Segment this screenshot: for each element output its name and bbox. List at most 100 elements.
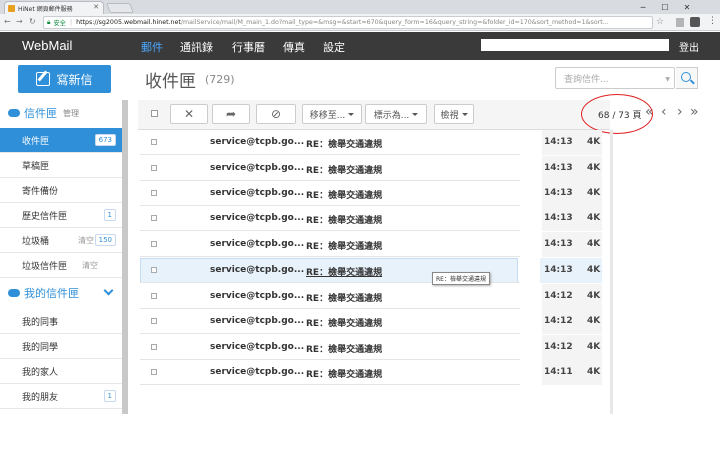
delete-button[interactable]: ✕ <box>170 104 208 124</box>
forward-icon[interactable]: → <box>16 17 23 26</box>
sidebar-scrollbar[interactable] <box>122 100 128 414</box>
extension-icon[interactable] <box>676 18 684 27</box>
sidebar-item-sent[interactable]: 寄件備份 <box>0 178 122 203</box>
list-scrollbar[interactable] <box>610 130 613 414</box>
sidebar-item-friends[interactable]: 我的朋友 1 <box>0 384 122 409</box>
sidebar-item-colleagues[interactable]: 我的同事 <box>0 309 122 334</box>
mail-row[interactable]: service@tcpb.go... RE：檢舉交通違規 14:13 4K <box>140 130 610 155</box>
mail-row[interactable]: service@tcpb.go... RE：檢舉交通違規 14:13 4K <box>140 232 610 257</box>
profile-icon[interactable] <box>690 17 700 27</box>
mail-subject[interactable]: RE：檢舉交通違規 <box>306 291 382 304</box>
sidebar-item-drafts[interactable]: 草稿匣 <box>0 153 122 178</box>
mail-row[interactable]: service@tcpb.go... RE：檢舉交通違規 14:13 4K <box>140 181 610 206</box>
mail-subject[interactable]: RE：檢舉交通違規 <box>306 316 382 329</box>
annotation-circle <box>581 94 653 134</box>
mail-subject[interactable]: RE：檢舉交通違規 <box>306 367 382 380</box>
caret-down-icon <box>461 112 468 116</box>
view-dropdown[interactable]: 檢視 <box>434 104 474 124</box>
row-checkbox[interactable] <box>151 241 157 247</box>
sidebar-item-inbox[interactable]: 收件匣 673 <box>0 128 122 153</box>
mail-row[interactable]: service@tcpb.go... RE：檢舉交通違規 14:12 4K <box>140 284 610 309</box>
mail-subject[interactable]: RE：檢舉交通違規 <box>306 137 382 150</box>
mail-subject[interactable]: RE：檢舉交通違規 <box>306 265 382 278</box>
block-icon: ⊘ <box>270 107 282 121</box>
sidebar-item-label: 我的同學 <box>22 342 59 353</box>
row-checkbox[interactable] <box>151 190 157 196</box>
compose-button[interactable]: 寫新信 <box>18 65 111 93</box>
row-checkbox[interactable] <box>151 139 157 145</box>
app-header: WebMail 郵件 通訊錄 行事曆 傳真 設定 登出 <box>0 32 720 60</box>
last-page-icon[interactable]: » <box>690 104 699 120</box>
folder-sidebar: 信件匣 管理 收件匣 673 草稿匣 寄件備份 歷史信件匣 1 垃圾桶 清空 1… <box>0 100 122 414</box>
mail-search-input[interactable]: 查詢信件... ▼ <box>555 67 675 89</box>
mail-subject[interactable]: RE：檢舉交通違規 <box>306 342 382 355</box>
mark-as-dropdown[interactable]: 標示為... <box>365 104 427 124</box>
chevron-down-icon[interactable] <box>103 285 114 296</box>
search-icon[interactable] <box>676 67 698 89</box>
row-divider <box>140 154 520 155</box>
unread-count-badge: 673 <box>94 134 116 146</box>
nav-calendar[interactable]: 行事曆 <box>232 39 265 55</box>
caret-down-icon <box>348 112 355 116</box>
manage-link[interactable]: 管理 <box>63 108 79 119</box>
prev-page-icon[interactable]: ‹ <box>661 104 667 120</box>
row-checkbox[interactable] <box>151 318 157 324</box>
empty-spam-link[interactable]: 清空 <box>82 260 98 271</box>
new-tab-button[interactable] <box>106 3 134 13</box>
mail-sender: service@tcpb.go... <box>210 265 305 275</box>
mail-row[interactable]: service@tcpb.go... RE：檢舉交通違規 14:13 4K <box>140 156 610 181</box>
logout-link[interactable]: 登出 <box>679 39 699 54</box>
view-label: 檢視 <box>440 110 459 121</box>
sidebar-item-trash[interactable]: 垃圾桶 清空 150 <box>0 228 122 253</box>
maximize-icon[interactable]: ☐ <box>654 0 676 14</box>
tab-close-icon[interactable]: ✕ <box>93 3 99 11</box>
inbox-folders-header[interactable]: 信件匣 管理 <box>0 100 122 126</box>
window-close-icon[interactable]: ✕ <box>676 0 698 14</box>
mail-row[interactable]: service@tcpb.go... RE：檢舉交通違規 14:13 4K <box>140 206 610 231</box>
minimize-icon[interactable]: ─ <box>632 0 654 14</box>
mail-row[interactable]: service@tcpb.go... RE：檢舉交通違規 14:12 4K <box>140 309 610 334</box>
select-all-checkbox[interactable] <box>151 110 158 117</box>
mail-row[interactable]: service@tcpb.go... RE：檢舉交通違規 14:12 4K <box>140 335 610 360</box>
mail-subject[interactable]: RE：檢舉交通違規 <box>306 188 382 201</box>
nav-settings[interactable]: 設定 <box>323 39 345 55</box>
mail-row[interactable]: service@tcpb.go... RE：檢舉交通違規 14:11 4K <box>140 360 610 385</box>
mail-size: 4K <box>587 367 601 377</box>
back-icon[interactable]: ← <box>4 17 11 26</box>
browser-menu-icon[interactable]: ⋮ <box>708 16 717 26</box>
block-button[interactable]: ⊘ <box>256 104 296 124</box>
search-dropdown-icon[interactable]: ▼ <box>665 76 670 83</box>
sidebar-item-history[interactable]: 歷史信件匣 1 <box>0 203 122 228</box>
row-divider <box>140 230 520 231</box>
nav-fax[interactable]: 傳真 <box>283 39 305 55</box>
folder-title: 收件匣 <box>145 72 196 92</box>
row-checkbox[interactable] <box>151 344 157 350</box>
mail-sender: service@tcpb.go... <box>210 163 305 173</box>
url-input[interactable]: 🔒︎ 安全 | https://sg2005.webmail.hinet.net… <box>43 16 653 29</box>
row-checkbox[interactable] <box>151 267 157 273</box>
top-search-input[interactable] <box>481 39 669 51</box>
secure-label: 安全 <box>53 20 66 27</box>
nav-mail[interactable]: 郵件 <box>141 39 163 55</box>
nav-contacts[interactable]: 通訊錄 <box>180 39 213 55</box>
mail-row[interactable]: service@tcpb.go... RE：檢舉交通違規 14:13 4K <box>140 258 610 283</box>
bookmark-star-icon[interactable]: ☆ <box>656 17 664 27</box>
sidebar-item-classmates[interactable]: 我的同學 <box>0 334 122 359</box>
row-checkbox[interactable] <box>151 165 157 171</box>
mail-subject[interactable]: RE：檢舉交通違規 <box>306 213 382 226</box>
my-folders-header[interactable]: 我的信件匣 <box>0 280 122 306</box>
next-page-icon[interactable]: › <box>677 104 683 120</box>
mail-size: 4K <box>587 316 601 326</box>
row-checkbox[interactable] <box>151 215 157 221</box>
reload-icon[interactable]: ↻ <box>29 17 36 26</box>
row-checkbox[interactable] <box>151 369 157 375</box>
forward-button[interactable]: ➦ <box>212 104 250 124</box>
sidebar-item-family[interactable]: 我的家人 <box>0 359 122 384</box>
sidebar-item-spam[interactable]: 垃圾信件匣 清空 <box>0 253 122 278</box>
move-to-dropdown[interactable]: 移移至... <box>302 104 362 124</box>
empty-trash-link[interactable]: 清空 <box>78 235 94 246</box>
mail-subject[interactable]: RE：檢舉交通違規 <box>306 163 382 176</box>
browser-tab[interactable]: HiNet 網頁郵件服務 ✕ <box>4 1 104 14</box>
mail-subject[interactable]: RE：檢舉交通違規 <box>306 239 382 252</box>
row-checkbox[interactable] <box>151 293 157 299</box>
